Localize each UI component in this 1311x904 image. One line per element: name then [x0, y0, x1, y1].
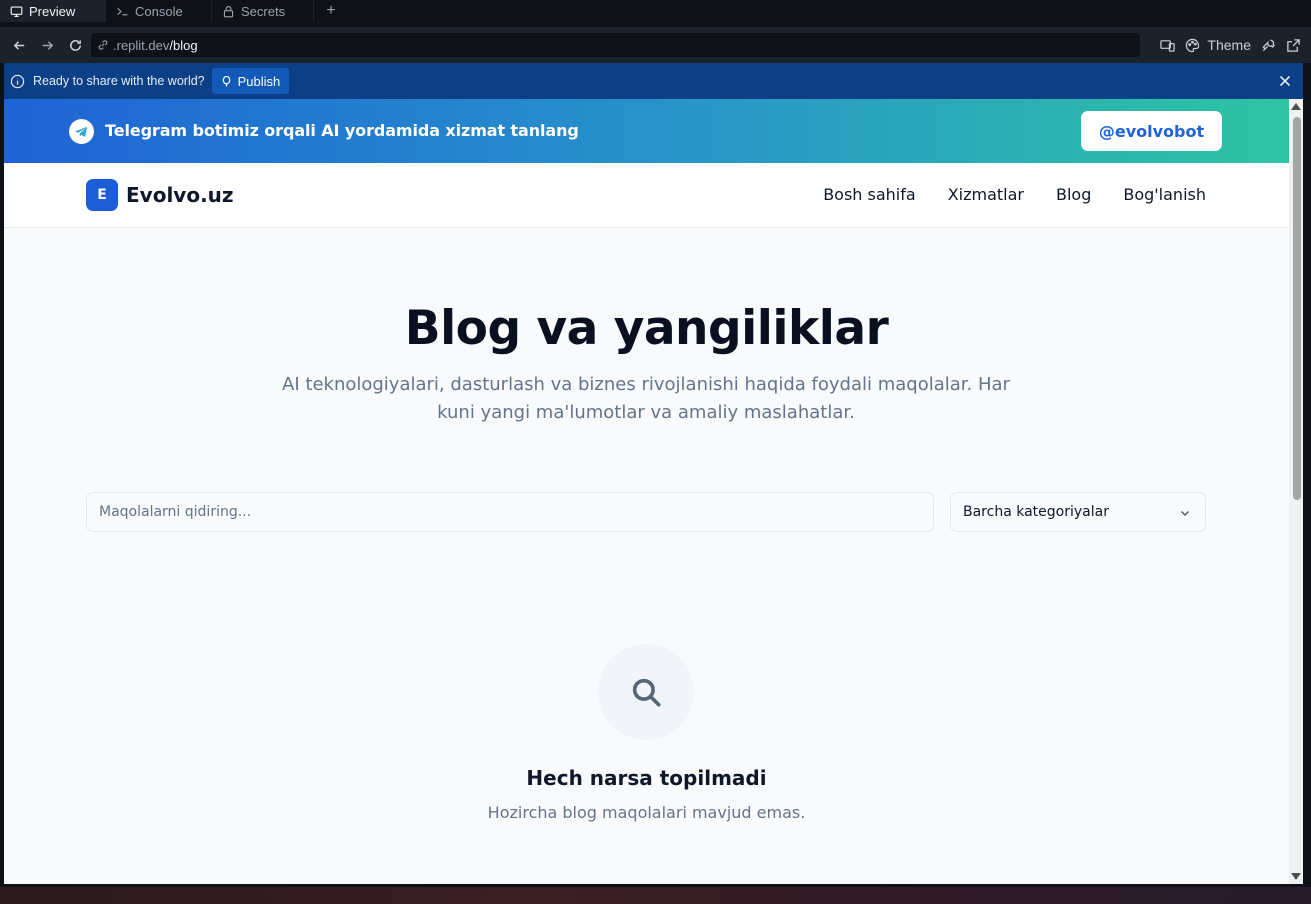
info-icon [10, 74, 25, 88]
publish-banner: Ready to share with the world? Publish [4, 63, 1303, 99]
back-button[interactable] [5, 31, 33, 59]
palette-icon [1186, 38, 1200, 52]
open-external-icon[interactable] [1286, 38, 1301, 53]
wrench-icon[interactable] [1261, 38, 1276, 53]
page-scrollbar[interactable] [1289, 99, 1303, 884]
tab-console[interactable]: Console [106, 0, 212, 22]
os-taskbar [0, 887, 1311, 904]
devices-icon[interactable] [1160, 38, 1176, 53]
telegram-bot-button[interactable]: @evolvobot [1081, 111, 1222, 151]
reload-icon [69, 39, 81, 51]
url-domain: .replit.dev [113, 37, 170, 53]
page-title: Blog va yangiliklar [404, 301, 889, 356]
tab-label: Preview [29, 3, 76, 19]
theme-button[interactable]: Theme [1185, 37, 1251, 53]
empty-state-icon-circle [598, 644, 694, 740]
empty-state-title: Hech narsa topilmadi [526, 766, 767, 790]
chevron-down-icon [1181, 511, 1189, 516]
tab-label: Console [135, 3, 183, 19]
search-input[interactable] [86, 492, 934, 532]
scrollbar-thumb[interactable] [1293, 117, 1301, 500]
tab-label: Secrets [241, 3, 286, 19]
telegram-banner-text: Telegram botimiz orqali AI yordamida xiz… [105, 121, 579, 140]
forward-button[interactable] [33, 31, 61, 59]
scroll-up-arrow[interactable] [1291, 103, 1301, 110]
arrow-right-icon [42, 40, 53, 50]
balloon-icon [222, 75, 230, 87]
scroll-down-arrow[interactable] [1291, 873, 1301, 880]
publish-message: Ready to share with the world? [33, 74, 205, 88]
monitor-icon [10, 5, 23, 17]
logo-badge[interactable]: E [86, 179, 118, 211]
nav-link-contact[interactable]: Bog'lanish [1123, 185, 1206, 204]
logo-text[interactable]: Evolvo.uz [126, 183, 234, 207]
link-icon [98, 40, 108, 50]
browser-toolbar: .replit.dev/blog Theme [0, 27, 1311, 63]
site-header: E Evolvo.uz Bosh sahifa Xizmatlar Blog B… [4, 163, 1289, 228]
tab-preview[interactable]: Preview [0, 0, 106, 22]
category-select-value: Barcha kategoriyalar [963, 504, 1109, 520]
empty-state-message: Hozircha blog maqolalari mavjud emas. [487, 803, 806, 822]
telegram-icon [69, 119, 94, 144]
terminal-icon [117, 7, 128, 15]
arrow-left-icon [13, 40, 24, 50]
page-subtitle: AI teknologiyalari, dasturlash va biznes… [282, 374, 1010, 423]
nav-link-services[interactable]: Xizmatlar [948, 185, 1024, 204]
theme-label: Theme [1207, 37, 1251, 53]
url-field[interactable]: .replit.dev/blog [91, 33, 1140, 57]
search-icon [632, 678, 661, 707]
close-icon[interactable] [1277, 73, 1293, 89]
telegram-banner: Telegram botimiz orqali AI yordamida xiz… [4, 99, 1289, 163]
publish-label: Publish [237, 73, 281, 89]
main-nav: Bosh sahifa Xizmatlar Blog Bog'lanish [823, 185, 1206, 204]
page-viewport: Telegram botimiz orqali AI yordamida xiz… [4, 99, 1289, 884]
tab-secrets[interactable]: Secrets [212, 0, 314, 22]
workspace-tabs: Preview Console Secrets + [0, 0, 1311, 22]
reload-button[interactable] [61, 31, 89, 59]
add-tab-button[interactable]: + [314, 0, 348, 22]
url-path: /blog [169, 37, 198, 53]
nav-link-blog[interactable]: Blog [1056, 185, 1091, 204]
publish-button[interactable]: Publish [211, 68, 290, 94]
lock-icon [223, 5, 234, 17]
category-select[interactable]: Barcha kategoriyalar [950, 492, 1206, 532]
nav-link-home[interactable]: Bosh sahifa [823, 185, 916, 204]
